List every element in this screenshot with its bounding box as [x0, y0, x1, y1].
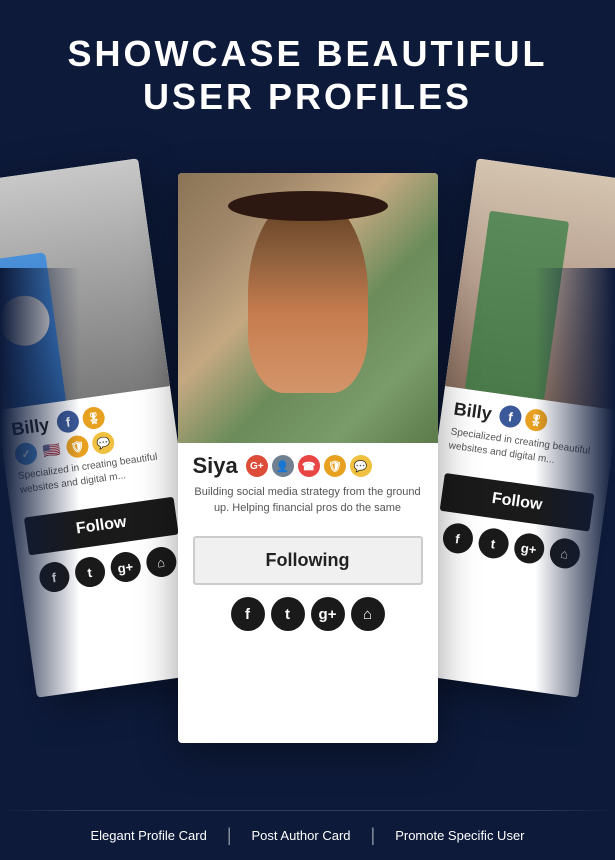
- facebook-icon-right[interactable]: f: [441, 522, 475, 556]
- facebook-icon-left[interactable]: f: [37, 561, 71, 595]
- page-title: SHOWCASE BEAUTIFUL USER PROFILES: [40, 32, 575, 118]
- footer: Elegant Profile Card | Post Author Card …: [0, 810, 615, 860]
- facebook-icon-center[interactable]: f: [231, 597, 265, 631]
- ribbon-badge-right: 🎖: [524, 408, 549, 433]
- user-name-center: Siya: [193, 453, 238, 479]
- name-row-center: Siya G+ 👤 ☎ 🛡 💬: [193, 453, 423, 479]
- google-plus-icon-left[interactable]: g+: [108, 551, 142, 585]
- facebook-badge-right: f: [498, 404, 523, 429]
- shield-badge-left: 🛡: [65, 435, 90, 460]
- avatar-center: [178, 173, 438, 443]
- twitter-icon-left[interactable]: t: [73, 556, 107, 590]
- card-image-right: [445, 159, 615, 411]
- google-plus-icon-center[interactable]: g+: [311, 597, 345, 631]
- chat-badge-left: 💬: [91, 431, 116, 456]
- footer-item-post-author[interactable]: Post Author Card: [232, 828, 371, 843]
- card-image-left: [0, 159, 170, 411]
- google-badge-center: G+: [246, 455, 268, 477]
- home-icon-center[interactable]: ⌂: [351, 597, 385, 631]
- following-button-center[interactable]: Following: [193, 536, 423, 585]
- footer-item-elegant[interactable]: Elegant Profile Card: [70, 828, 226, 843]
- chat-badge-center: 💬: [350, 455, 372, 477]
- cards-area: Billy f 🎖 ✓ 🇺🇸 🛡 💬 Specialized in creati…: [0, 138, 615, 758]
- person-badge-center: 👤: [272, 455, 294, 477]
- google-plus-icon-right[interactable]: g+: [512, 532, 546, 566]
- support-badge-center: ☎: [298, 455, 320, 477]
- shield-badge-center: 🛡: [324, 455, 346, 477]
- avatar-left: [0, 159, 170, 411]
- user-name-left: Billy: [10, 414, 51, 440]
- check-badge-left: ✓: [14, 442, 39, 467]
- home-icon-right[interactable]: ⌂: [547, 537, 581, 571]
- social-row-center: f t g+ ⌂: [178, 597, 438, 641]
- footer-item-promote[interactable]: Promote Specific User: [375, 828, 544, 843]
- home-icon-left[interactable]: ⌂: [144, 546, 178, 580]
- card-body-center: Siya G+ 👤 ☎ 🛡 💬 Building social media st…: [178, 443, 438, 536]
- user-name-right: Billy: [453, 399, 494, 425]
- card-image-center: [178, 173, 438, 443]
- twitter-icon-right[interactable]: t: [476, 527, 510, 561]
- flag-badge-left: 🇺🇸: [39, 438, 64, 463]
- profile-card-center: Siya G+ 👤 ☎ 🛡 💬 Building social media st…: [178, 173, 438, 743]
- page-header: SHOWCASE BEAUTIFUL USER PROFILES: [0, 0, 615, 138]
- twitter-icon-center[interactable]: t: [271, 597, 305, 631]
- ribbon-badge-left: 🎖: [81, 406, 106, 431]
- facebook-badge-left: f: [56, 410, 81, 435]
- bio-center: Building social media strategy from the …: [193, 485, 423, 516]
- avatar-right: [445, 159, 615, 411]
